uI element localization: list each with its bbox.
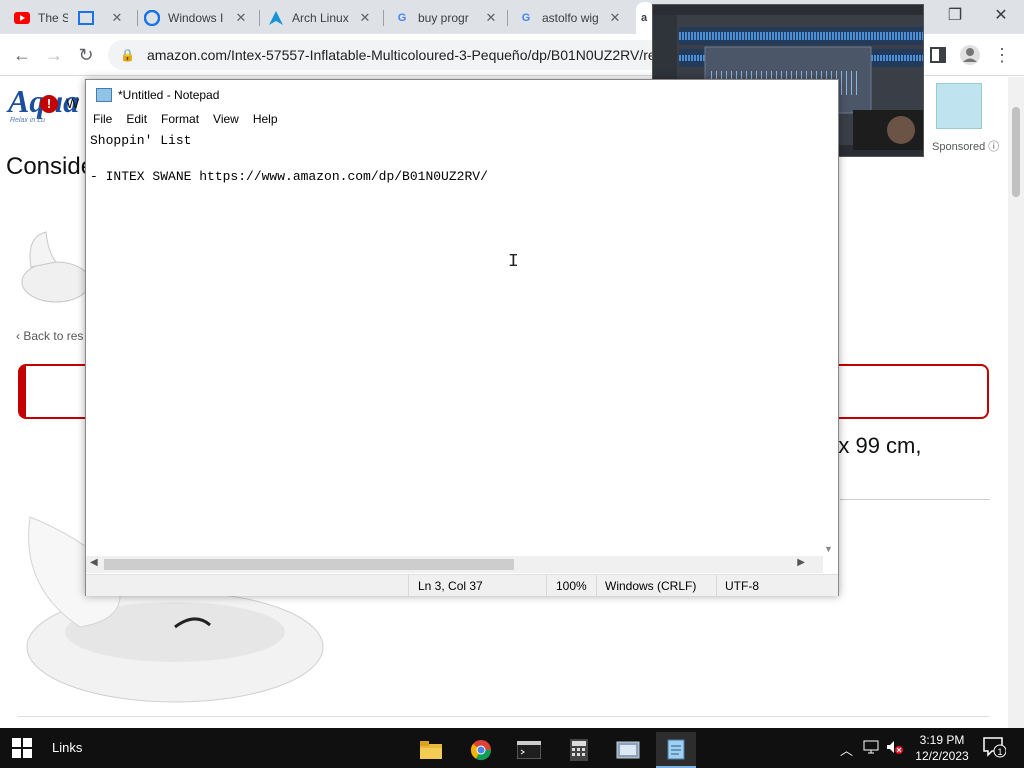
text-cursor-icon: I: [508, 252, 519, 272]
lock-icon: 🔒: [120, 48, 135, 62]
line-endings: Windows (CRLF): [605, 579, 697, 593]
zoom-level: 100%: [556, 579, 587, 593]
tab-arch-linux[interactable]: Arch Linux ✕: [268, 4, 378, 32]
encoding: UTF-8: [725, 579, 759, 593]
windows-taskbar: Links ︿ 3:19 PM 12/2/2023 1: [0, 728, 1024, 768]
notepad-window[interactable]: *Untitled - Notepad File Edit Format Vie…: [85, 79, 839, 597]
google-icon: G: [397, 12, 407, 24]
file-explorer-icon[interactable]: [411, 732, 451, 768]
back-button[interactable]: ←: [10, 43, 34, 67]
restore-window-button[interactable]: ❐: [932, 0, 978, 30]
amazon-icon: a: [640, 12, 648, 24]
divider: [840, 499, 990, 500]
product-thumbnail[interactable]: [16, 227, 91, 307]
close-tab-icon[interactable]: ✕: [608, 11, 622, 25]
close-tab-icon[interactable]: ✕: [110, 11, 124, 25]
terminal-icon[interactable]: [509, 732, 549, 768]
network-icon[interactable]: [863, 740, 879, 757]
tab-windows[interactable]: Windows I ✕: [144, 4, 254, 32]
volume-muted-icon[interactable]: [886, 740, 904, 757]
menu-format[interactable]: Format: [154, 110, 206, 130]
arch-linux-icon: [268, 10, 284, 26]
notepad-icon[interactable]: [656, 732, 696, 768]
scrollbar-thumb[interactable]: [1012, 107, 1020, 197]
chrome-icon[interactable]: [461, 732, 501, 768]
sponsored-label: Sponsored ⓘ: [932, 141, 1000, 153]
vertical-scrollbar[interactable]: ▼: [821, 130, 838, 556]
start-button[interactable]: [12, 738, 32, 758]
layout-icon: [78, 11, 94, 25]
menu-help[interactable]: Help: [246, 110, 285, 130]
control-panel-icon[interactable]: [608, 732, 648, 768]
close-tab-icon[interactable]: ✕: [358, 11, 372, 25]
chrome-menu-icon[interactable]: ⋮: [990, 43, 1014, 67]
notepad-status-bar: Ln 3, Col 37 100% Windows (CRLF) UTF-8: [86, 574, 838, 597]
scroll-right-arrow-icon[interactable]: ▶: [797, 557, 805, 568]
horizontal-scrollbar[interactable]: ◀ ▶: [86, 556, 823, 573]
google-icon: G: [521, 12, 531, 24]
clock-date: 12/2/2023: [915, 749, 969, 763]
tab-youtube[interactable]: The Sp ✕: [14, 4, 130, 32]
tab-title: Arch Linux: [292, 11, 349, 25]
page-scrollbar[interactable]: [1008, 77, 1024, 728]
notepad-text-area[interactable]: Shoppin' List - INTEX SWANE https://www.…: [86, 130, 823, 556]
reload-button[interactable]: ↻: [74, 43, 98, 67]
action-center-icon[interactable]: 1: [982, 736, 1007, 758]
window-title: *Untitled - Notepad: [118, 88, 220, 102]
brand-tagline: Relax in Lu: [10, 117, 46, 124]
calculator-icon[interactable]: [559, 732, 599, 768]
notepad-menu-bar: File Edit Format View Help: [86, 110, 838, 130]
system-clock[interactable]: 3:19 PM 12/2/2023: [912, 732, 972, 764]
tab-title: Windows I: [168, 11, 224, 25]
back-to-results-link[interactable]: ‹ Back to res: [16, 329, 83, 343]
links-toolbar[interactable]: Links: [52, 740, 82, 755]
tab-google-astolfo[interactable]: G astolfo wig ✕: [518, 4, 628, 32]
alert-icon: !: [40, 95, 58, 113]
sponsored-ad-image[interactable]: [936, 83, 982, 129]
divider: [18, 716, 989, 717]
edge-icon: [144, 10, 160, 26]
profile-avatar-icon[interactable]: [958, 43, 982, 67]
forward-button[interactable]: →: [42, 43, 66, 67]
scroll-down-arrow-icon[interactable]: ▼: [824, 544, 833, 554]
close-window-button[interactable]: ✕: [978, 0, 1024, 30]
show-hidden-icons-icon[interactable]: ︿: [840, 740, 853, 759]
clock-time: 3:19 PM: [919, 733, 965, 747]
menu-file[interactable]: File: [86, 110, 119, 130]
address-bar[interactable]: 🔒 amazon.com/Intex-57557-Inflatable-Mult…: [108, 40, 708, 70]
notepad-title-bar[interactable]: *Untitled - Notepad: [86, 80, 838, 110]
url-text: amazon.com/Intex-57557-Inflatable-Multic…: [146, 47, 656, 63]
close-tab-icon[interactable]: ✕: [484, 11, 498, 25]
cursor-position: Ln 3, Col 37: [418, 579, 483, 593]
tab-title: buy progr: [418, 11, 469, 25]
menu-view[interactable]: View: [206, 110, 246, 130]
alert-text: W: [66, 95, 80, 111]
tab-title: astolfo wig: [542, 11, 599, 25]
menu-edit[interactable]: Edit: [119, 110, 154, 130]
info-icon: ⓘ: [988, 141, 1000, 153]
youtube-icon: [14, 10, 30, 26]
page-heading: Conside: [6, 153, 95, 180]
tab-title: The Sp: [38, 11, 68, 25]
side-panel-icon[interactable]: [926, 43, 950, 67]
scroll-left-arrow-icon[interactable]: ◀: [90, 557, 98, 568]
svg-text:1: 1: [997, 747, 1002, 757]
scrollbar-thumb[interactable]: [104, 559, 514, 570]
tab-google-buy[interactable]: G buy progr ✕: [394, 4, 504, 32]
close-tab-icon[interactable]: ✕: [234, 11, 248, 25]
notepad-icon: [96, 88, 112, 102]
